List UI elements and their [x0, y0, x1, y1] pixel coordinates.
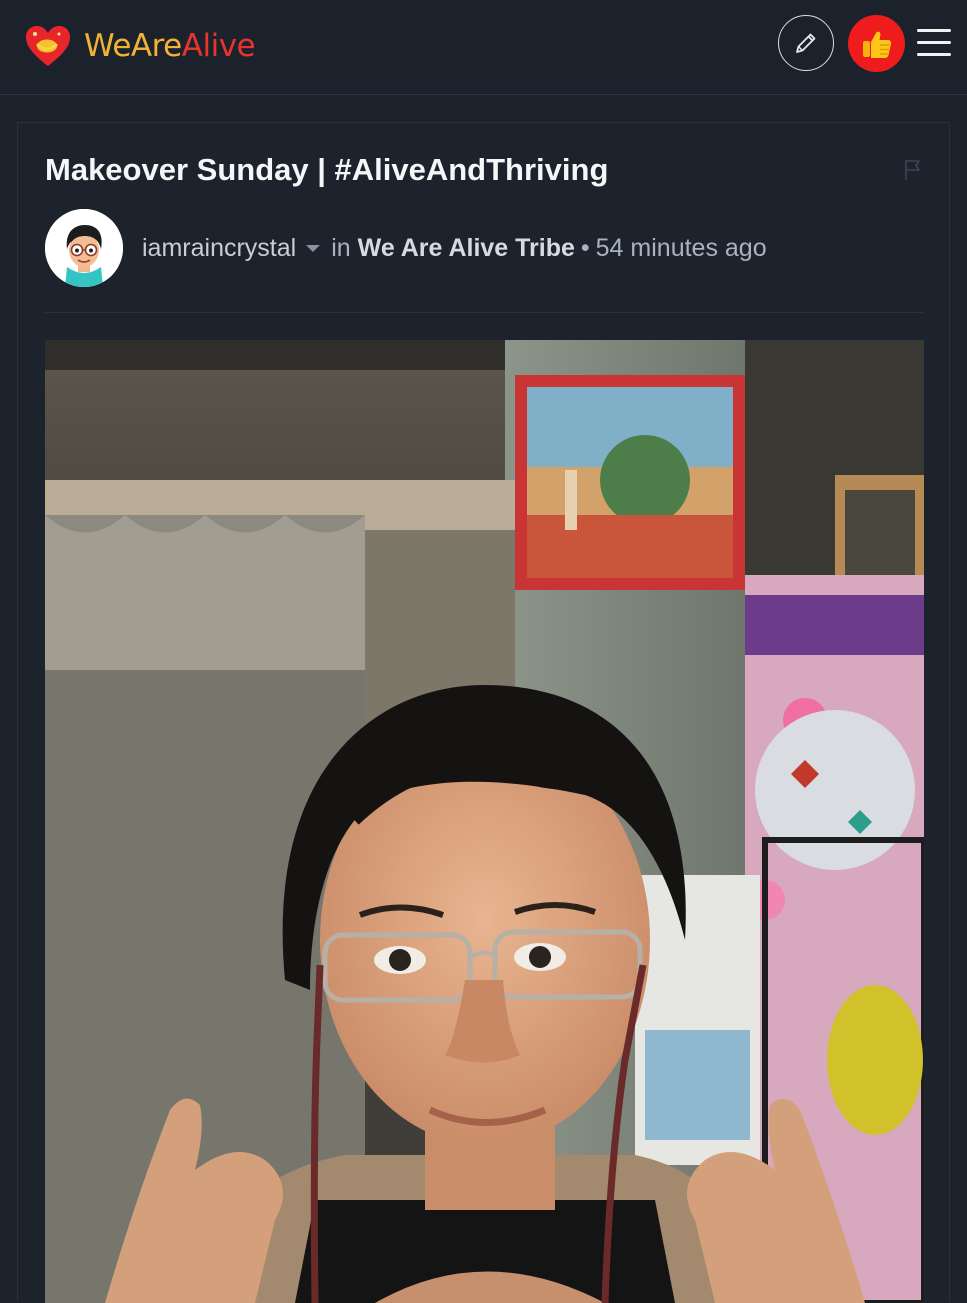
post-author-row: iamraincrystal in We Are Alive Tribe • 5… — [45, 209, 767, 287]
brand-logo-link[interactable]: WeAreAlive — [24, 22, 256, 70]
write-post-button[interactable] — [778, 15, 834, 71]
hamburger-menu-icon — [917, 53, 951, 56]
heart-logo-icon — [26, 26, 70, 66]
hamburger-menu-icon — [917, 41, 951, 44]
post-photo[interactable] — [45, 340, 924, 1303]
post-card: Makeover Sunday | #AliveAndThriving iamr… — [17, 122, 950, 1303]
brand-name-alive: Alive — [181, 28, 256, 64]
divider — [45, 312, 924, 313]
flag-report-icon[interactable] — [904, 159, 922, 181]
chevron-down-icon[interactable] — [306, 244, 321, 252]
brand-name: WeAreAlive — [84, 22, 256, 70]
pencil-icon — [796, 33, 816, 53]
thumbs-up-icon — [862, 31, 891, 58]
hamburger-menu-button[interactable] — [917, 27, 951, 59]
avatar[interactable] — [45, 209, 123, 287]
post-meta: iamraincrystal in We Are Alive Tribe • 5… — [142, 234, 767, 263]
bitmoji-avatar-icon — [45, 209, 123, 287]
post-timestamp: 54 minutes ago — [595, 233, 767, 262]
hamburger-menu-icon — [917, 29, 951, 32]
in-label: in — [331, 233, 351, 262]
community-link[interactable]: We Are Alive Tribe — [358, 234, 575, 263]
vote-button[interactable] — [848, 15, 905, 72]
post-title: Makeover Sunday | #AliveAndThriving — [45, 152, 609, 187]
author-name-link[interactable]: iamraincrystal — [142, 234, 296, 263]
top-navigation-bar: WeAreAlive — [0, 0, 967, 95]
brand-name-we-are: WeAre — [84, 28, 182, 64]
meta-separator: • — [580, 233, 590, 262]
